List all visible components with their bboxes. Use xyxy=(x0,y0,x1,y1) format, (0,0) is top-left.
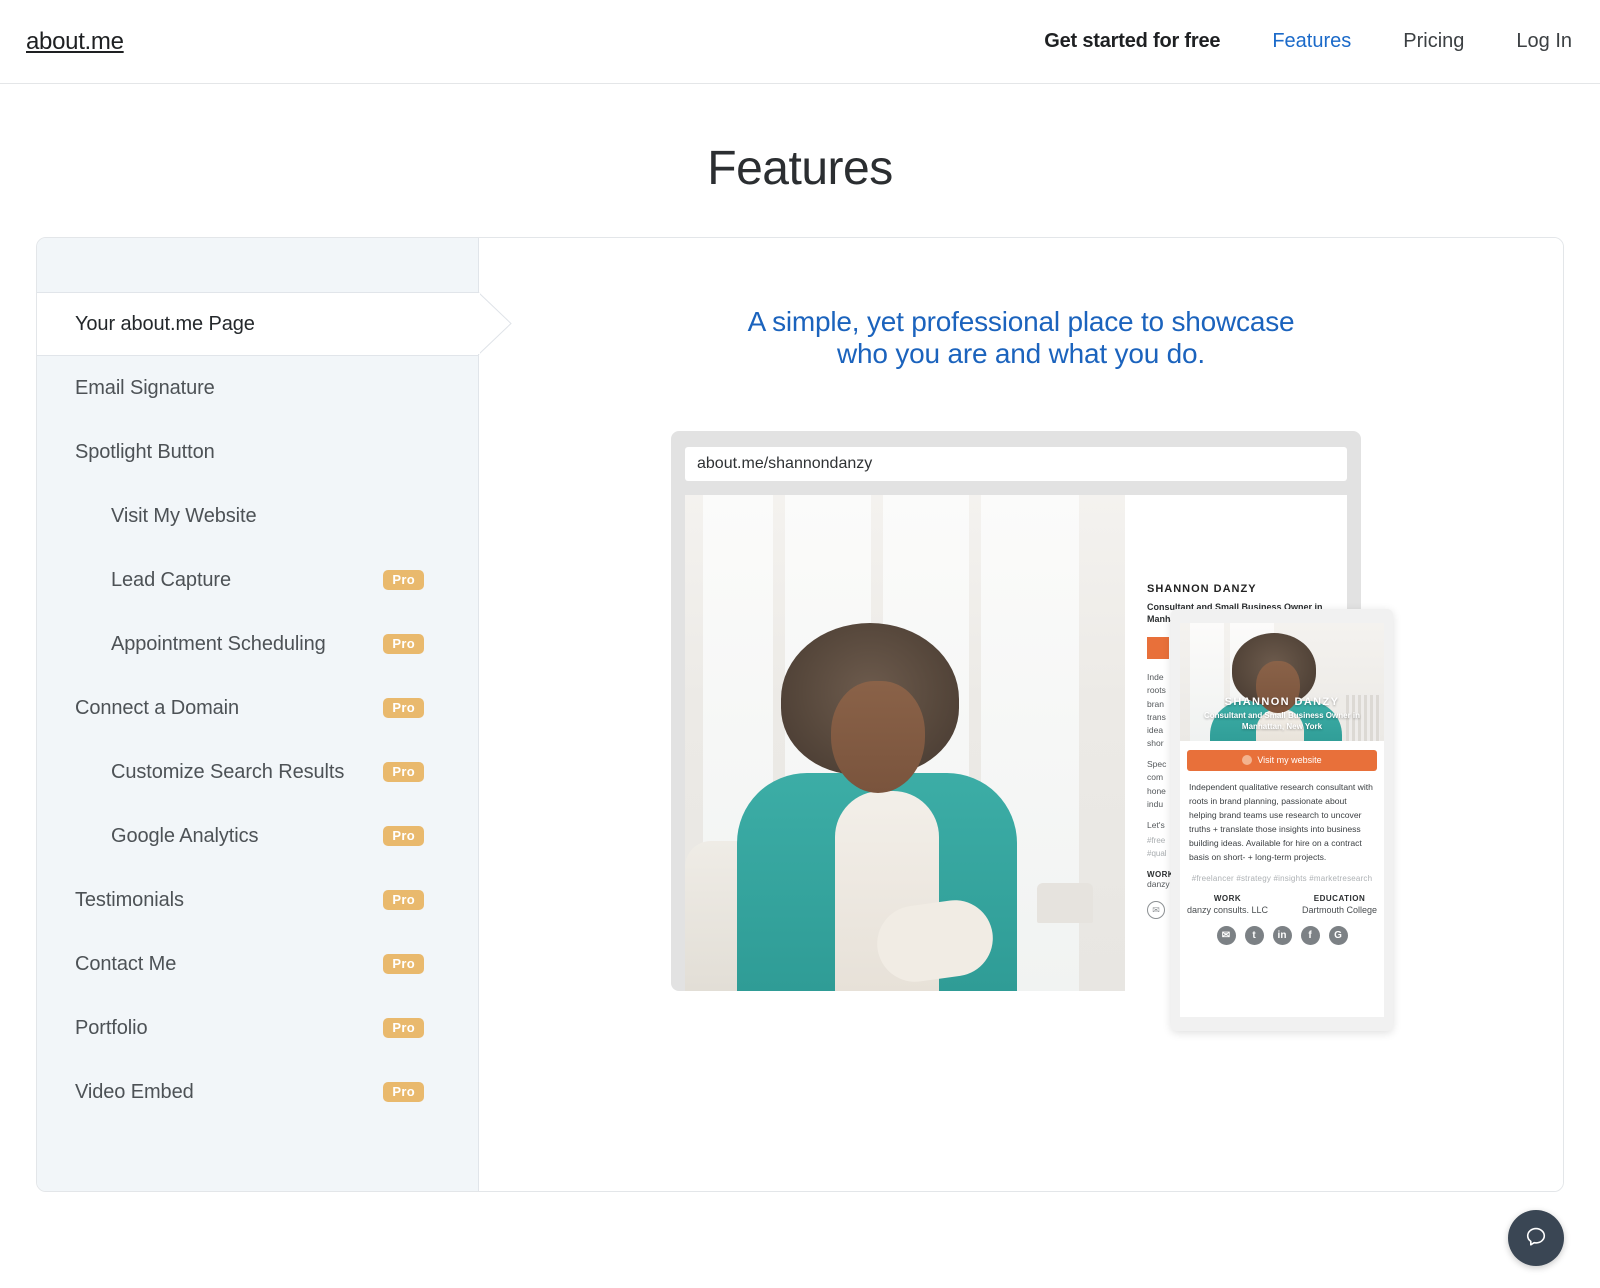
site-header: about.me Get started for free Features P… xyxy=(0,0,1600,84)
desktop-orange-block xyxy=(1147,637,1169,660)
browser-url-input[interactable] xyxy=(685,446,1347,481)
tagline-line-1: A simple, yet professional place to show… xyxy=(747,306,1295,337)
sidebar-item-visit-my-website[interactable]: Visit My Website xyxy=(37,484,478,548)
feature-detail-panel: A simple, yet professional place to show… xyxy=(479,238,1563,1191)
sidebar-item-appointment-scheduling[interactable]: Appointment Scheduling Pro xyxy=(37,612,478,676)
sidebar-item-label: Appointment Scheduling xyxy=(111,632,326,655)
sidebar-item-label: Testimonials xyxy=(75,888,184,911)
sidebar-item-label: Contact Me xyxy=(75,952,177,975)
mobile-education-heading: EDUCATION xyxy=(1313,894,1366,904)
sidebar-item-connect-a-domain[interactable]: Connect a Domain Pro xyxy=(37,676,478,740)
mobile-work-heading: WORK xyxy=(1213,894,1242,904)
desktop-profile-name: SHANNON DANZY xyxy=(1147,582,1257,595)
sidebar-item-label: Email Signature xyxy=(75,376,215,399)
main-nav: Get started for free Features Pricing Lo… xyxy=(1018,30,1572,53)
sidebar-item-label: Spotlight Button xyxy=(75,440,215,463)
sidebar-item-testimonials[interactable]: Testimonials Pro xyxy=(37,868,478,932)
mobile-hashtags: #freelancer #strategy #insights #marketr… xyxy=(1191,874,1373,884)
pro-badge: Pro xyxy=(383,634,424,654)
pro-badge: Pro xyxy=(383,1082,424,1102)
pro-badge: Pro xyxy=(383,698,424,718)
mobile-profile-name: SHANNON DANZY xyxy=(1224,696,1340,709)
nav-features[interactable]: Features xyxy=(1246,30,1377,53)
sidebar-item-label: Your about.me Page xyxy=(75,312,255,335)
pro-badge: Pro xyxy=(383,890,424,910)
sidebar-item-label: Video Embed xyxy=(75,1080,194,1103)
profile-hero-photo xyxy=(685,494,1125,991)
mobile-hero-photo: SHANNON DANZY Consultant and Small Busin… xyxy=(1180,622,1384,741)
features-sidebar: Your about.me Page Email Signature Spotl… xyxy=(37,238,512,1191)
sidebar-item-label: Connect a Domain xyxy=(75,696,240,719)
chat-bubble-icon xyxy=(1523,1224,1549,1253)
tagline-line-2: who you are and what you do. xyxy=(837,338,1205,370)
sidebar-item-spotlight-button[interactable]: Spotlight Button xyxy=(37,420,478,484)
page-title: Features xyxy=(707,142,893,195)
pro-badge: Pro xyxy=(383,1018,424,1038)
nav-login[interactable]: Log In xyxy=(1490,30,1572,53)
sidebar-item-email-signature[interactable]: Email Signature xyxy=(37,356,478,420)
googleplus-icon[interactable]: G xyxy=(1328,926,1348,946)
mobile-card-inner: SHANNON DANZY Consultant and Small Busin… xyxy=(1180,622,1384,1017)
sidebar-item-your-about-me-page[interactable]: Your about.me Page xyxy=(37,291,512,356)
twitter-icon[interactable]: t xyxy=(1244,926,1264,946)
mobile-work-block: WORK danzy consults. LLC xyxy=(1187,894,1268,915)
pro-badge: Pro xyxy=(383,762,424,782)
features-card: Your about.me Page Email Signature Spotl… xyxy=(36,237,1564,1192)
mobile-meta-row: WORK danzy consults. LLC EDUCATION Dartm… xyxy=(1180,883,1384,915)
email-icon[interactable]: ✉ xyxy=(1147,901,1165,920)
sidebar-item-lead-capture[interactable]: Lead Capture Pro xyxy=(37,548,478,612)
sidebar-item-label: Visit My Website xyxy=(111,504,257,527)
mobile-education-block: EDUCATION Dartmouth College xyxy=(1302,894,1377,915)
mobile-profile-title: Consultant and Small Business Owner in M… xyxy=(1203,711,1361,732)
nav-get-started[interactable]: Get started for free xyxy=(1018,30,1246,53)
panel-tagline: A simple, yet professional place to show… xyxy=(479,306,1563,371)
visit-my-website-label: Visit my website xyxy=(1257,755,1322,766)
sidebar-item-contact-me[interactable]: Contact Me Pro xyxy=(37,932,478,996)
chat-widget-button[interactable] xyxy=(1508,1210,1564,1266)
email-icon[interactable]: ✉ xyxy=(1216,926,1236,946)
pro-badge: Pro xyxy=(383,570,424,590)
sidebar-item-portfolio[interactable]: Portfolio Pro xyxy=(37,996,478,1060)
pro-badge: Pro xyxy=(383,826,424,846)
sidebar-item-label: Portfolio xyxy=(75,1016,148,1039)
globe-icon xyxy=(1242,755,1253,766)
sidebar-item-label: Lead Capture xyxy=(111,568,232,591)
nav-pricing[interactable]: Pricing xyxy=(1377,30,1490,53)
sidebar-item-label: Google Analytics xyxy=(111,824,259,847)
sidebar-item-label: Customize Search Results xyxy=(111,760,345,783)
preview-mockups: SHANNON DANZY Consultant and Small Busin… xyxy=(671,430,1393,1051)
pro-badge: Pro xyxy=(383,954,424,974)
sidebar-item-customize-search-results[interactable]: Customize Search Results Pro xyxy=(37,740,478,804)
linkedin-icon[interactable]: in xyxy=(1272,926,1292,946)
mobile-education-value: Dartmouth College xyxy=(1302,905,1378,916)
mobile-profile-card: SHANNON DANZY Consultant and Small Busin… xyxy=(1171,608,1393,1031)
sidebar-item-google-analytics[interactable]: Google Analytics Pro xyxy=(37,804,478,868)
mobile-work-value: danzy consults. LLC xyxy=(1186,905,1268,916)
mobile-bio-text: Independent qualitative research consult… xyxy=(1189,781,1373,862)
sidebar-item-video-embed[interactable]: Video Embed Pro xyxy=(37,1060,478,1124)
visit-my-website-button[interactable]: Visit my website xyxy=(1187,749,1377,771)
mobile-hero-overlay: SHANNON DANZY Consultant and Small Busin… xyxy=(1180,696,1384,733)
facebook-icon[interactable]: f xyxy=(1300,926,1320,946)
brand-logo[interactable]: about.me xyxy=(26,28,124,56)
mobile-social-icons: ✉ t in f G xyxy=(1180,915,1384,946)
